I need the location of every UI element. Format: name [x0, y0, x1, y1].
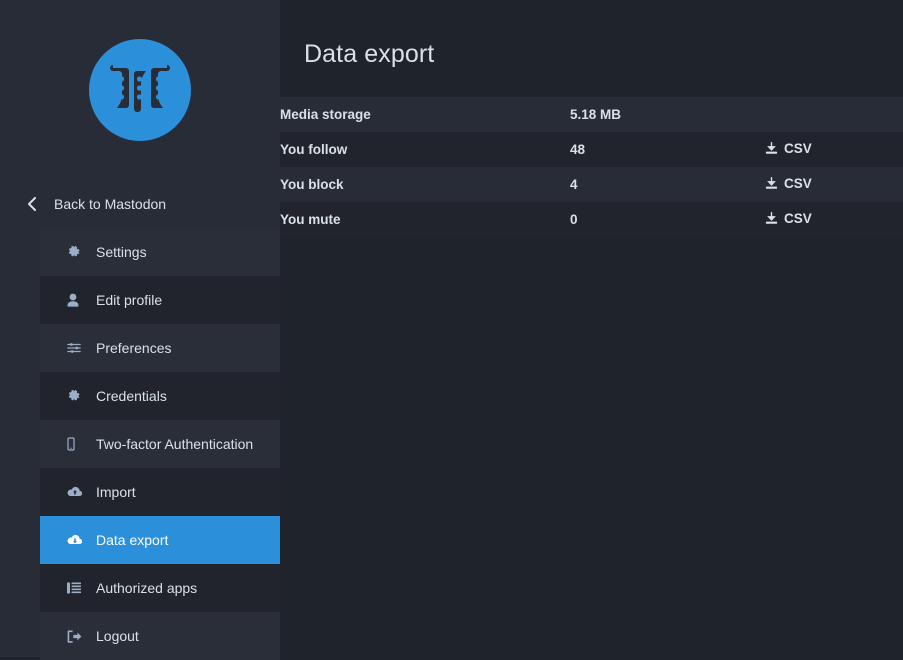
sliders-icon: [67, 340, 85, 356]
sidebar-item-label: Back to Mastodon: [54, 196, 167, 212]
sidebar-item-label: Logout: [96, 628, 139, 644]
download-csv-link[interactable]: CSV: [765, 141, 812, 156]
sidebar-item-import[interactable]: Import: [40, 468, 280, 516]
sidebar-item-two-factor-authentication[interactable]: Two-factor Authentication: [40, 420, 280, 468]
page-title: Data export: [304, 40, 435, 68]
row-label: Media storage: [280, 107, 371, 122]
table-row: You block 4 CSV: [280, 167, 903, 202]
download-csv-label: CSV: [784, 176, 812, 191]
main-content: Data export Media storage 5.18 MB You fo…: [280, 0, 903, 657]
sidebar-item-data-export[interactable]: Data export: [40, 516, 280, 564]
row-label: You follow: [280, 142, 348, 157]
sidebar-nav: Back to Mastodon Settings Edit profile P…: [0, 180, 280, 660]
sidebar-item-back-to-mastodon[interactable]: Back to Mastodon: [0, 180, 280, 228]
sidebar-item-label: Two-factor Authentication: [96, 436, 254, 452]
row-value: 5.18 MB: [570, 107, 622, 122]
sign-out-icon: [67, 628, 85, 644]
list-icon: [67, 580, 85, 596]
chevron-left-icon: [27, 197, 45, 211]
row-value: 48: [570, 142, 586, 157]
cloud-download-icon: [67, 532, 85, 548]
sidebar-item-label: Settings: [96, 244, 147, 260]
gear-icon: [67, 244, 85, 260]
download-csv-link[interactable]: CSV: [765, 211, 812, 226]
gear-icon: [67, 388, 85, 404]
download-icon: [765, 142, 778, 155]
sidebar-item-label: Credentials: [96, 388, 167, 404]
logo-container: [0, 0, 280, 180]
mobile-icon: [67, 436, 85, 452]
sidebar-item-label: Import: [96, 484, 136, 500]
sidebar-item-label: Data export: [96, 532, 169, 548]
user-icon: [67, 292, 85, 308]
cloud-upload-icon: [67, 484, 85, 500]
sidebar-item-edit-profile[interactable]: Edit profile: [40, 276, 280, 324]
row-action: CSV: [765, 202, 903, 237]
row-label: You mute: [280, 212, 341, 227]
download-icon: [765, 177, 778, 190]
row-value: 0: [570, 212, 578, 227]
row-action: [765, 97, 903, 132]
sidebar-item-label: Edit profile: [96, 292, 163, 308]
sidebar-item-logout[interactable]: Logout: [40, 612, 280, 660]
data-export-table: Media storage 5.18 MB You follow 48 CSV …: [280, 97, 903, 237]
row-value: 4: [570, 177, 578, 192]
sidebar: Back to Mastodon Settings Edit profile P…: [0, 0, 280, 660]
table-row: You mute 0 CSV: [280, 202, 903, 237]
table-row: Media storage 5.18 MB: [280, 97, 903, 132]
sidebar-item-label: Preferences: [96, 340, 172, 356]
row-label: You block: [280, 177, 344, 192]
download-csv-label: CSV: [784, 211, 812, 226]
data-export-table-container: Media storage 5.18 MB You follow 48 CSV …: [280, 97, 903, 237]
download-csv-label: CSV: [784, 141, 812, 156]
mastodon-logo: [89, 39, 191, 141]
settings-page: Back to Mastodon Settings Edit profile P…: [0, 0, 903, 660]
sidebar-item-settings[interactable]: Settings: [40, 228, 280, 276]
sidebar-item-preferences[interactable]: Preferences: [40, 324, 280, 372]
sidebar-item-label: Authorized apps: [96, 580, 198, 596]
row-action: CSV: [765, 167, 903, 202]
table-row: You follow 48 CSV: [280, 132, 903, 167]
row-action: CSV: [765, 132, 903, 167]
download-csv-link[interactable]: CSV: [765, 176, 812, 191]
sidebar-item-authorized-apps[interactable]: Authorized apps: [40, 564, 280, 612]
download-icon: [765, 212, 778, 225]
sidebar-item-credentials[interactable]: Credentials: [40, 372, 280, 420]
